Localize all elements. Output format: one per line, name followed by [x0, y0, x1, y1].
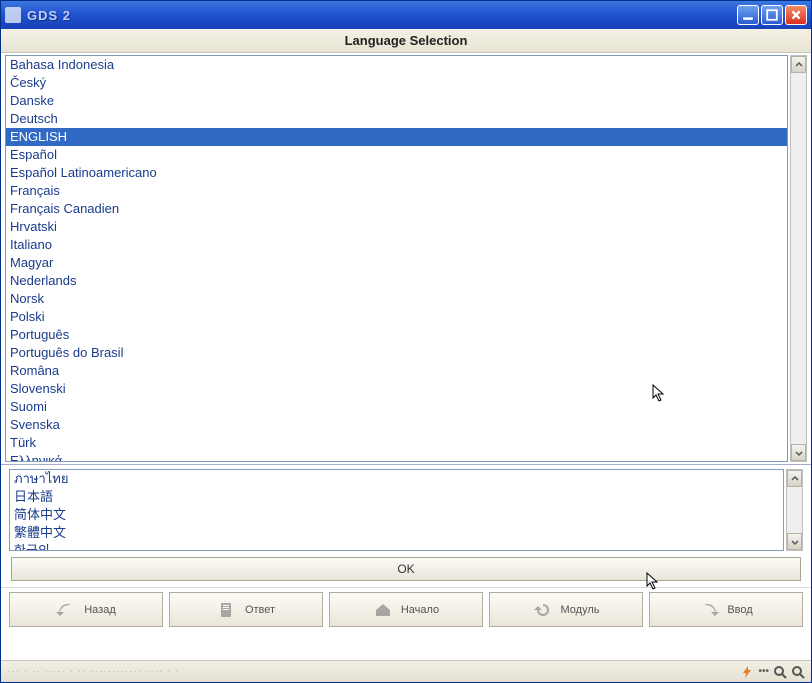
enter-label: Ввод — [727, 604, 752, 616]
forward-arrow-icon — [699, 602, 719, 618]
magnifier-icon[interactable] — [791, 665, 805, 679]
back-arrow-icon — [56, 602, 76, 618]
chevron-down-icon — [791, 538, 799, 546]
page-header: Language Selection — [1, 29, 811, 53]
status-dots: ••• — [758, 666, 769, 677]
list-item[interactable]: Português — [6, 326, 787, 344]
close-button[interactable] — [785, 5, 807, 25]
list-item[interactable]: Türk — [6, 434, 787, 452]
maximize-button[interactable] — [761, 5, 783, 25]
titlebar[interactable]: GDS 2 — [1, 1, 811, 29]
back-button[interactable]: Назад — [9, 592, 163, 627]
back-label: Назад — [84, 604, 116, 616]
list-item[interactable]: Español Latinoamericano — [6, 164, 787, 182]
list-item[interactable]: Suomi — [6, 398, 787, 416]
language-list-top-area: Bahasa IndonesiaČeskýDanskeDeutschENGLIS… — [1, 53, 811, 465]
status-bar: ··· · ·· ····· · ·· ············ ···· · … — [1, 660, 811, 682]
list-item[interactable]: Magyar — [6, 254, 787, 272]
list-item[interactable]: Româna — [6, 362, 787, 380]
scroll-track[interactable] — [787, 487, 802, 533]
document-icon — [217, 602, 237, 618]
module-button[interactable]: Модуль — [489, 592, 643, 627]
ok-row: OK — [1, 555, 811, 587]
close-icon — [790, 9, 802, 21]
scrollbar-bottom[interactable] — [786, 469, 803, 551]
list-item[interactable]: Nederlands — [6, 272, 787, 290]
app-icon — [5, 7, 21, 23]
scroll-down-button[interactable] — [791, 444, 806, 461]
list-item[interactable]: Slovenski — [6, 380, 787, 398]
scroll-up-button[interactable] — [791, 56, 806, 73]
list-item[interactable]: Bahasa Indonesia — [6, 56, 787, 74]
list-item[interactable]: 简体中文 — [10, 506, 783, 524]
list-item[interactable]: Italiano — [6, 236, 787, 254]
magnifier-icon[interactable] — [773, 665, 787, 679]
list-item[interactable]: Hrvatski — [6, 218, 787, 236]
list-item[interactable]: Český — [6, 74, 787, 92]
list-item[interactable]: Polski — [6, 308, 787, 326]
bottom-nav: Назад Ответ Начало Модуль — [1, 587, 811, 631]
list-item[interactable]: 日本語 — [10, 488, 783, 506]
status-text: ··· · ·· ····· · ·· ············ ···· · … — [7, 666, 180, 677]
list-item[interactable]: Norsk — [6, 290, 787, 308]
chevron-up-icon — [791, 475, 799, 483]
scroll-up-button[interactable] — [787, 470, 802, 487]
chevron-up-icon — [795, 61, 803, 69]
list-item[interactable]: Français Canadien — [6, 200, 787, 218]
home-icon — [373, 602, 393, 618]
home-button[interactable]: Начало — [329, 592, 483, 627]
list-item[interactable]: ENGLISH — [6, 128, 787, 146]
minimize-icon — [742, 9, 754, 21]
window-title: GDS 2 — [27, 8, 71, 23]
list-item[interactable]: Svenska — [6, 416, 787, 434]
content-area: Bahasa IndonesiaČeskýDanskeDeutschENGLIS… — [1, 53, 811, 660]
language-list-top[interactable]: Bahasa IndonesiaČeskýDanskeDeutschENGLIS… — [5, 55, 788, 462]
scroll-track[interactable] — [791, 73, 806, 444]
scroll-down-button[interactable] — [787, 533, 802, 550]
bolt-icon — [740, 665, 754, 679]
page-title: Language Selection — [345, 33, 468, 48]
refresh-icon — [533, 602, 553, 618]
minimize-button[interactable] — [737, 5, 759, 25]
list-item[interactable]: ภาษาไทย — [10, 470, 783, 488]
list-item[interactable]: 한국의 — [10, 542, 783, 551]
language-list-bottom-area: ภาษาไทย日本語简体中文繁體中文한국의 — [1, 465, 811, 555]
home-label: Начало — [401, 604, 439, 616]
chevron-down-icon — [795, 449, 803, 457]
list-item[interactable]: 繁體中文 — [10, 524, 783, 542]
language-list-bottom[interactable]: ภาษาไทย日本語简体中文繁體中文한국의 — [9, 469, 784, 551]
status-icons: ••• — [740, 665, 805, 679]
window-controls — [737, 5, 807, 25]
scrollbar-top[interactable] — [790, 55, 807, 462]
maximize-icon — [766, 9, 778, 21]
list-item[interactable]: Deutsch — [6, 110, 787, 128]
enter-button[interactable]: Ввод — [649, 592, 803, 627]
list-item[interactable]: Português do Brasil — [6, 344, 787, 362]
list-item[interactable]: Français — [6, 182, 787, 200]
list-item[interactable]: Español — [6, 146, 787, 164]
title-left: GDS 2 — [5, 7, 71, 23]
answer-label: Ответ — [245, 604, 275, 616]
module-label: Модуль — [561, 604, 600, 616]
ok-button[interactable]: OK — [11, 557, 801, 581]
answer-button[interactable]: Ответ — [169, 592, 323, 627]
app-window: GDS 2 Language Selection Bahasa Indonesi… — [0, 0, 812, 683]
list-item[interactable]: Danske — [6, 92, 787, 110]
list-item[interactable]: Ελληνικά — [6, 452, 787, 462]
